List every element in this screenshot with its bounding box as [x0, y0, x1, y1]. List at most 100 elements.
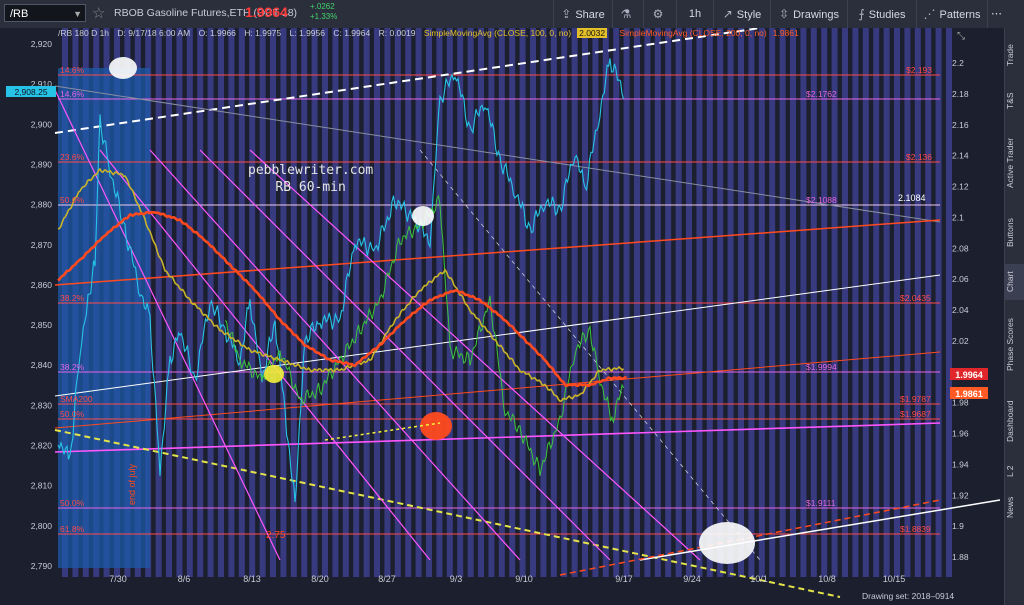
- chart-area[interactable]: 2,920 2,910 2,900 2,890 2,880 2,870 2,860 2,850…: [0, 28, 1004, 605]
- fib-label-left: SMA200: [60, 394, 93, 404]
- left-axis-tick: 2,800: [31, 521, 53, 531]
- drawings-label: Drawings: [793, 9, 839, 21]
- cursor-datetime: D: 9/17/18 6:00 AM: [117, 28, 191, 38]
- star-icon[interactable]: ☆: [92, 4, 105, 22]
- ohlc-range: R: 0.0019: [378, 28, 416, 38]
- time-axis-tick: 8/20: [311, 574, 329, 584]
- watermark: pebblewriter.com RB 60-min: [248, 162, 373, 196]
- sma100-legend: SimpleMovingAvg (CLOSE, 100, 0, no): [423, 28, 572, 38]
- settings-button[interactable]: ⚙: [643, 0, 676, 28]
- share-button[interactable]: ⇪ Share: [553, 0, 612, 28]
- more-icon: ⋯: [991, 8, 1002, 20]
- left-axis-tick: 2,840: [31, 360, 53, 370]
- drawings-button[interactable]: ⇳ Drawings: [770, 0, 847, 28]
- rail-chart[interactable]: Chart: [1005, 264, 1024, 300]
- rail-dashboard[interactable]: Dashboard: [1005, 390, 1024, 452]
- flask-button[interactable]: ⚗: [612, 0, 643, 28]
- chart-symbol-timeframe: /RB 180 D 1h: [58, 28, 110, 38]
- marker-ellipse: [264, 365, 284, 383]
- fib-label-left: 50.0%: [60, 195, 85, 205]
- marker-ellipse: [420, 412, 452, 440]
- right-axis-tick: 2.08: [952, 243, 969, 253]
- right-rail: Trade T&S Active Trader Buttons Chart Ph…: [1004, 28, 1024, 605]
- interval-button[interactable]: 1h: [676, 0, 713, 28]
- fib-label-right: $2.0435: [900, 293, 931, 303]
- fib-label-left: 50.0%: [60, 409, 85, 419]
- time-axis-tick: 9/17: [615, 574, 633, 584]
- patterns-label: Patterns: [939, 9, 981, 21]
- rail-trade[interactable]: Trade: [1005, 38, 1024, 72]
- left-axis-tick: 2,790: [31, 561, 53, 571]
- drawing-set-label[interactable]: Drawing set: 2018–0914: [862, 591, 954, 601]
- fib-label-left: 14.6%: [60, 65, 85, 75]
- style-icon: ↗: [722, 7, 733, 21]
- fib-label-right: $1.9787: [900, 394, 931, 404]
- right-axis-tick: 2.18: [952, 89, 969, 99]
- rail-ts[interactable]: T&S: [1005, 86, 1024, 116]
- watermark-line2: RB 60-min: [275, 180, 346, 195]
- fib-label-right: $1.9994: [806, 362, 837, 372]
- time-axis-tick: 8/27: [378, 574, 396, 584]
- left-axis-tick: 2,880: [31, 200, 53, 210]
- change-pct: +1.33%: [310, 12, 338, 21]
- share-label: Share: [575, 9, 605, 21]
- ohlc-close: C: 1.9964: [333, 28, 371, 38]
- right-axis-tick: 1.92: [952, 490, 969, 500]
- patterns-icon: ⋰: [923, 7, 936, 21]
- fib-label-left: 50.0%: [60, 498, 85, 508]
- left-axis-tick: 2,810: [31, 481, 53, 491]
- left-axis-tick: 2,860: [31, 280, 53, 290]
- right-axis-tick: 2.1: [952, 212, 964, 222]
- time-axis-tick: 10/15: [883, 574, 906, 584]
- price-chart[interactable]: 2,9202,9102,9002,8902,8802,8702,8602,850…: [0, 28, 1004, 605]
- fib-label-right: $1.9111: [806, 498, 836, 508]
- ohlc-open: O: 1.9966: [198, 28, 236, 38]
- right-axis-tick: 2.14: [952, 151, 969, 161]
- rail-l2[interactable]: L 2: [1005, 458, 1024, 484]
- studies-button[interactable]: ⨍ Studies: [847, 0, 916, 28]
- right-axis-tick: 2.16: [952, 120, 969, 130]
- studies-label: Studies: [868, 9, 906, 21]
- time-axis-tick: 8/6: [178, 574, 191, 584]
- time-axis-tick: 9/3: [450, 574, 463, 584]
- price-badge-text: 1.9964: [955, 370, 983, 380]
- time-axis-tick: 10/8: [818, 574, 836, 584]
- time-axis-tick: 8/13: [243, 574, 261, 584]
- collapse-icon[interactable]: ⤡: [957, 31, 965, 42]
- fib-label-right: $1.8839: [900, 524, 931, 534]
- right-axis-tick: 1.9: [952, 521, 964, 531]
- right-axis-tick: 2.04: [952, 305, 969, 315]
- time-axis-tick: 7/30: [109, 574, 127, 584]
- chevron-down-icon[interactable]: ▼: [73, 5, 82, 23]
- symbol-text: /RB: [10, 8, 29, 20]
- last-price: 1.9964: [245, 4, 288, 20]
- left-axis-tick: 2,870: [31, 240, 53, 250]
- fib-label-right: $2.1088: [806, 195, 837, 205]
- fib-label-right: $2.1762: [806, 89, 837, 99]
- more-button[interactable]: ⋯: [987, 0, 1005, 28]
- drawings-icon: ⇳: [779, 7, 790, 21]
- two-75-label: 2.75: [266, 530, 286, 541]
- marker-ellipse: [412, 206, 434, 226]
- top-toolbar: /RB ▼ ☆ RBOB Gasoline Futures,ETH (OCT 18…: [0, 0, 1024, 29]
- right-axis-tick: 1.98: [952, 398, 969, 408]
- time-axis-tick: 10/1: [750, 574, 768, 584]
- rail-buttons[interactable]: Buttons: [1005, 208, 1024, 258]
- marker-ellipse: [109, 57, 137, 79]
- rail-active-trader[interactable]: Active Trader: [1005, 124, 1024, 202]
- right-axis-tick: 2.12: [952, 182, 969, 192]
- symbol-input[interactable]: /RB ▼: [4, 4, 86, 22]
- watermark-line1: pebblewriter.com: [248, 163, 374, 178]
- left-axis-tick: 2,900: [31, 119, 53, 129]
- style-button[interactable]: ↗ Style: [713, 0, 770, 28]
- right-axis-tick: 2.06: [952, 274, 969, 284]
- right-axis-tick: 1.96: [952, 429, 969, 439]
- rail-phase-scores[interactable]: Phase Scores: [1005, 308, 1024, 382]
- patterns-button[interactable]: ⋰ Patterns: [916, 0, 987, 28]
- share-icon: ⇪: [561, 7, 572, 21]
- fib-label-right: $1.9687: [900, 409, 931, 419]
- ohlc-low: L: 1.9956: [289, 28, 325, 38]
- sma100-value: 2.0032: [577, 28, 608, 38]
- fib-label-left: 38.2%: [60, 293, 85, 303]
- rail-news[interactable]: News: [1005, 490, 1024, 524]
